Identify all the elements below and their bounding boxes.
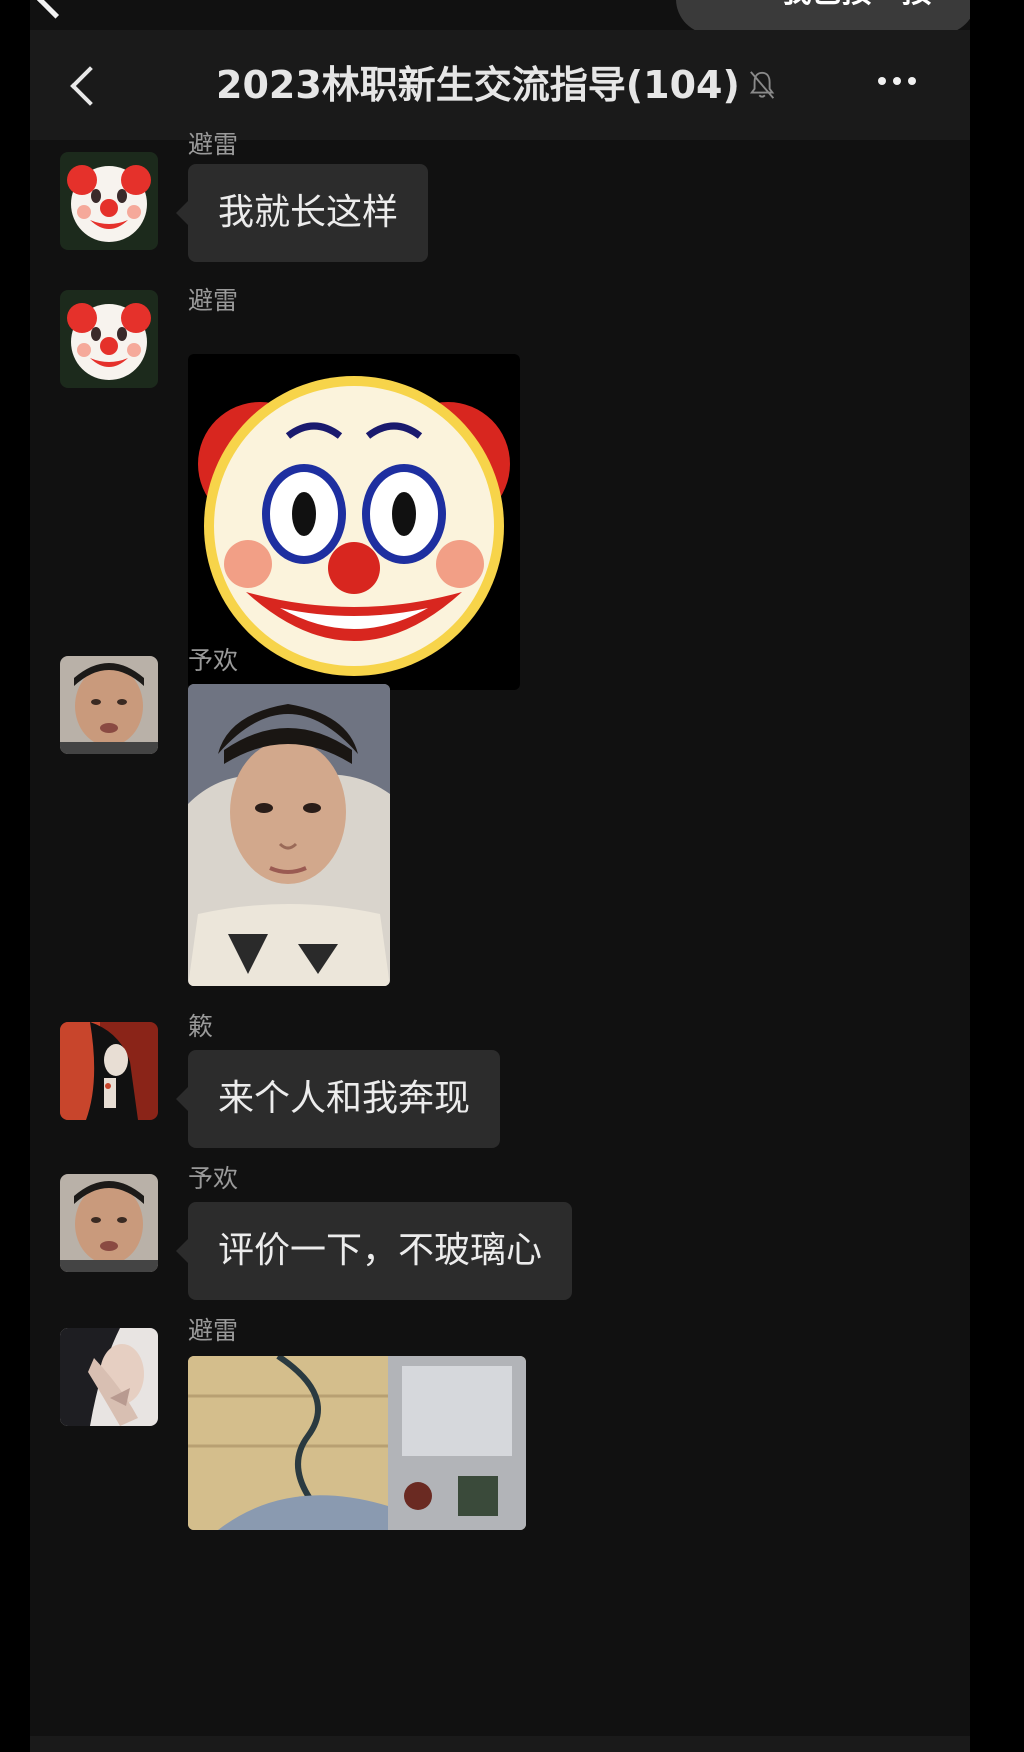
top-pill-button[interactable]: ✓ 我已按一按 bbox=[676, 0, 970, 34]
avatar[interactable] bbox=[60, 152, 158, 250]
avatar[interactable] bbox=[60, 1328, 158, 1426]
top-back-icon[interactable] bbox=[36, 0, 75, 19]
ellipsis-icon[interactable] bbox=[878, 70, 928, 100]
clown-emoji-icon bbox=[188, 354, 520, 690]
bell-slash-icon bbox=[749, 71, 775, 99]
chat-header: 2023林职新生交流指导(104) bbox=[30, 30, 970, 140]
sender-name: 予欢 bbox=[188, 1164, 239, 1193]
text-bubble[interactable]: 评价一下，不玻璃心 bbox=[175, 1202, 573, 1300]
avatar[interactable] bbox=[60, 290, 158, 388]
room-photo bbox=[188, 1356, 526, 1530]
text-bubble[interactable]: 来个人和我奔现 bbox=[175, 1050, 501, 1148]
girl-avatar bbox=[60, 1328, 158, 1426]
avatar[interactable] bbox=[60, 656, 158, 754]
sender-name: 予欢 bbox=[188, 646, 239, 675]
clown-emoji-avatar bbox=[60, 152, 158, 250]
anime-avatar bbox=[60, 1022, 158, 1120]
selfie-avatar bbox=[60, 656, 158, 754]
status-area: ✓ 我已按一按 bbox=[30, 0, 970, 34]
clown-emoji-avatar bbox=[60, 290, 158, 388]
page-title: 2023林职新生交流指导(104) bbox=[216, 60, 776, 110]
back-icon[interactable] bbox=[70, 66, 110, 106]
selfie-photo bbox=[188, 684, 390, 986]
bottom-bar bbox=[30, 1736, 970, 1752]
avatar[interactable] bbox=[60, 1022, 158, 1120]
sender-name: 避雷 bbox=[188, 286, 239, 315]
avatar[interactable] bbox=[60, 1174, 158, 1272]
chat-screen: ✓ 我已按一按 2023林职新生交流指导(104) bbox=[30, 0, 970, 1752]
selfie-image[interactable] bbox=[188, 684, 390, 986]
top-pill-label: ✓ 我已按一按 bbox=[746, 0, 932, 8]
text-bubble[interactable]: 我就长这样 bbox=[175, 164, 429, 262]
clown-sticker-image[interactable] bbox=[188, 354, 520, 690]
sender-name: 簌 bbox=[188, 1012, 214, 1041]
sender-name: 避雷 bbox=[188, 1316, 239, 1345]
group-title: 2023林职新生交流指导(104) bbox=[216, 63, 740, 107]
room-image[interactable] bbox=[188, 1356, 526, 1530]
selfie-avatar bbox=[60, 1174, 158, 1272]
sender-name: 避雷 bbox=[188, 130, 239, 159]
